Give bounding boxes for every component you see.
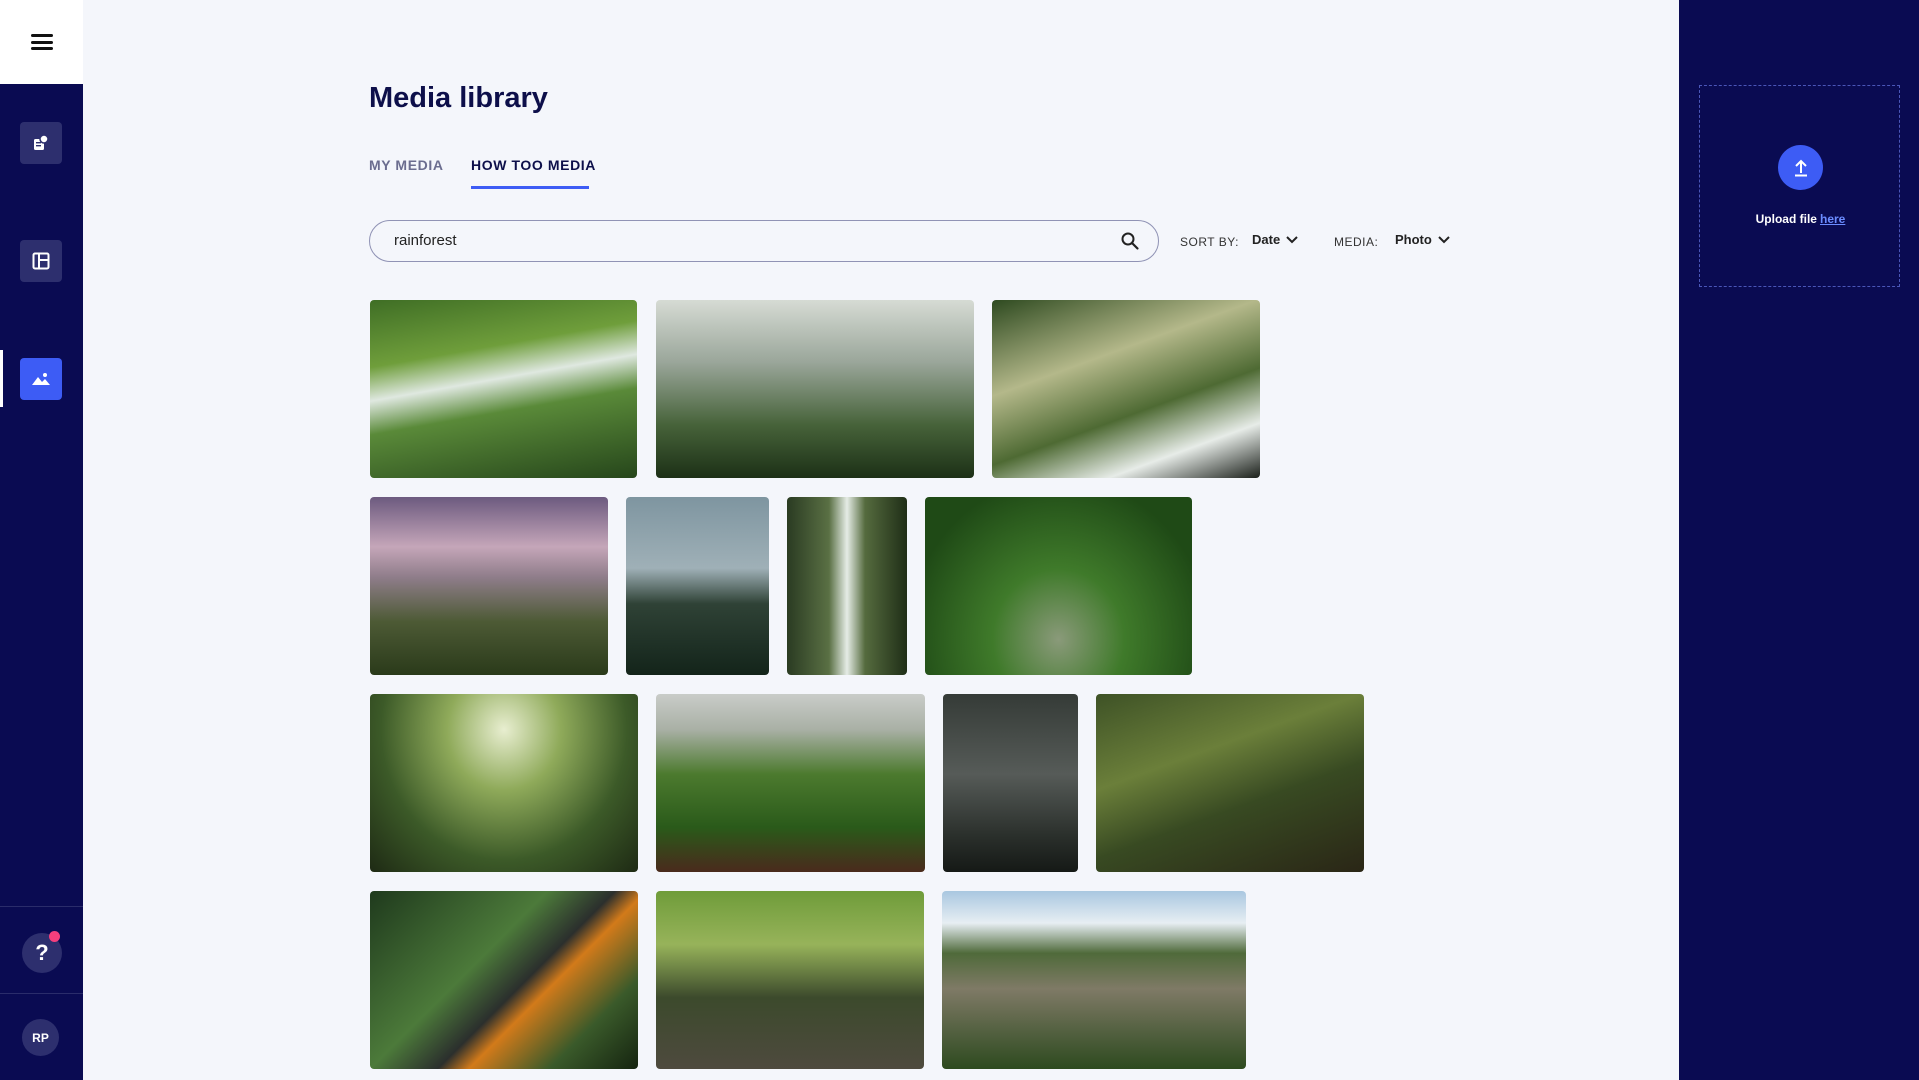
photo-jungle-waterfall[interactable] <box>787 497 907 675</box>
photo-toucan[interactable] <box>370 891 638 1069</box>
upload-panel: Upload file here <box>1679 0 1919 1080</box>
media-label: MEDIA: <box>1334 235 1379 249</box>
sort-value: Date <box>1252 232 1281 247</box>
photo-foggy-canopy[interactable] <box>626 497 769 675</box>
upload-text: Upload file here <box>1700 212 1901 226</box>
media-value: Photo <box>1395 232 1432 247</box>
search-box <box>369 220 1159 262</box>
upload-label: Upload file <box>1755 212 1817 226</box>
photo-vine-archway-path[interactable] <box>925 497 1192 675</box>
layout-icon <box>32 252 50 270</box>
chevron-down-icon <box>1438 235 1450 243</box>
tab-how-too-media[interactable]: HOW TOO MEDIA <box>471 157 596 173</box>
sidebar-divider <box>0 993 83 994</box>
search-icon[interactable] <box>1120 231 1140 251</box>
sort-dropdown[interactable]: Date <box>1252 232 1298 247</box>
photo-misty-forest[interactable] <box>656 300 974 478</box>
sort-by-label: SORT BY: <box>1180 235 1239 249</box>
upload-button[interactable] <box>1778 145 1823 190</box>
tab-my-media[interactable]: MY MEDIA <box>369 157 444 173</box>
left-sidebar: ? RP <box>0 0 83 1080</box>
main-content: Media library MY MEDIA HOW TOO MEDIA SOR… <box>83 0 1758 1080</box>
page-title: Media library <box>369 82 548 114</box>
photo-sunrays-waterfall[interactable] <box>992 300 1260 478</box>
photo-sunlit-forest-stream[interactable] <box>656 891 924 1069</box>
upload-link[interactable]: here <box>1820 212 1845 226</box>
photo-forest-creek-bridge[interactable] <box>1096 694 1364 872</box>
avatar[interactable]: RP <box>22 1019 59 1056</box>
photo-green-valley[interactable] <box>656 694 925 872</box>
active-indicator <box>0 350 3 407</box>
sidebar-divider <box>0 906 83 907</box>
notification-dot <box>49 931 60 942</box>
active-tab-underline <box>471 186 589 189</box>
upload-dropzone[interactable]: Upload file here <box>1699 85 1900 287</box>
question-icon: ? <box>35 940 49 965</box>
upload-icon <box>1794 159 1807 176</box>
posts-icon <box>34 134 49 150</box>
photo-wooden-boardwalk[interactable] <box>370 694 638 872</box>
sidebar-item-layout[interactable] <box>20 240 62 282</box>
photo-sunset-mountains[interactable] <box>370 497 608 675</box>
hamburger-icon <box>30 34 53 50</box>
menu-button[interactable] <box>0 0 83 84</box>
media-dropdown[interactable]: Photo <box>1395 232 1450 247</box>
photo-waterfall-cliff[interactable] <box>942 891 1246 1069</box>
search-input[interactable] <box>394 221 1094 260</box>
photo-dark-foggy-forest[interactable] <box>943 694 1078 872</box>
image-icon <box>32 373 50 385</box>
photo-mossy-waterfall-stream[interactable] <box>370 300 637 478</box>
chevron-down-icon <box>1286 235 1298 243</box>
sidebar-item-media[interactable] <box>20 358 62 400</box>
sidebar-item-posts[interactable] <box>20 122 62 164</box>
